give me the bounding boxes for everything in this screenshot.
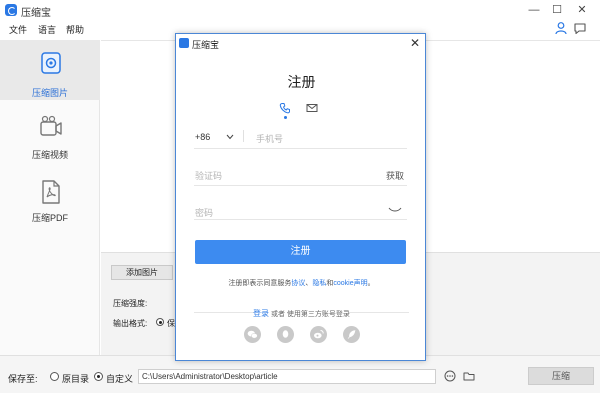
- active-tab-indicator: [284, 116, 287, 119]
- password-input[interactable]: 密码: [195, 206, 213, 219]
- password-underline: [194, 219, 407, 220]
- code-underline: [194, 185, 407, 186]
- custom-dir-radio[interactable]: [94, 372, 103, 381]
- weibo-login-button[interactable]: [310, 326, 327, 343]
- wechat-login-button[interactable]: [244, 326, 261, 343]
- chevron-down-icon[interactable]: [226, 134, 234, 140]
- custom-dir-label: 自定义: [106, 374, 134, 384]
- menu-help[interactable]: 帮助: [66, 23, 84, 36]
- email-icon[interactable]: [306, 102, 318, 114]
- wechat-icon: [247, 330, 258, 339]
- dialog-heading: 注册: [287, 74, 316, 90]
- register-submit-button[interactable]: 注册: [195, 240, 406, 264]
- feedback-icon[interactable]: [573, 21, 587, 35]
- login-link[interactable]: 登录: [253, 309, 269, 318]
- weibo-icon: [314, 330, 324, 339]
- save-path-input[interactable]: [138, 369, 436, 384]
- phone-underline: [194, 148, 407, 149]
- feather-icon: [347, 330, 356, 339]
- original-dir-radio[interactable]: [50, 372, 59, 381]
- pdf-compress-icon: [42, 180, 60, 204]
- sidebar-item-label: 压缩图片: [31, 88, 68, 98]
- dialog-close-icon[interactable]: ✕: [410, 36, 420, 50]
- user-icon[interactable]: [554, 21, 568, 35]
- save-to-label: 保存至:: [8, 374, 38, 384]
- minimize-button[interactable]: —: [524, 2, 544, 18]
- eye-closed-icon[interactable]: [388, 206, 402, 214]
- image-compress-icon: [41, 52, 61, 74]
- sidebar-item-label: 压缩PDF: [31, 213, 68, 223]
- qq-icon: [282, 330, 289, 338]
- app-title: 压缩宝: [21, 8, 51, 19]
- sidebar-item-image[interactable]: 压缩图片: [0, 40, 100, 100]
- sidebar-item-label: 压缩视频: [31, 150, 68, 160]
- format-radio[interactable]: [156, 318, 164, 326]
- third-party-text: 或者 使用第三方账号登录: [269, 311, 350, 318]
- folder-icon[interactable]: [463, 370, 475, 382]
- phone-input[interactable]: 手机号: [256, 132, 283, 145]
- cookie-link[interactable]: cookie声明: [333, 280, 367, 287]
- app-logo-icon: [5, 4, 17, 16]
- login-row: 登录 或者 使用第三方账号登录: [176, 308, 427, 319]
- strength-label: 压缩强度:: [113, 299, 148, 308]
- terms-prefix: 注册即表示同意服务: [228, 280, 292, 287]
- register-dialog: 压缩宝 ✕ 注册 +86 手机号 验证码 获取 密码 注册 注册即表示同意服务协…: [175, 33, 426, 361]
- sidebar-item-video[interactable]: 压缩视频: [0, 108, 100, 168]
- compress-button[interactable]: 压缩: [528, 367, 594, 385]
- dialog-title: 压缩宝: [192, 40, 220, 50]
- other-login-button[interactable]: [343, 326, 360, 343]
- format-value: 保: [167, 319, 175, 328]
- add-image-button[interactable]: 添加图片: [111, 265, 173, 280]
- menu-file[interactable]: 文件: [9, 23, 27, 36]
- close-button[interactable]: ✕: [572, 2, 592, 18]
- field-separator: [243, 130, 244, 142]
- sidebar: 压缩图片 压缩视频 压缩PDF: [0, 40, 100, 355]
- title-bar: 压缩宝 — ☐ ✕: [0, 0, 600, 20]
- code-input[interactable]: 验证码: [195, 169, 222, 182]
- get-code-button[interactable]: 获取: [386, 169, 404, 182]
- terms-end: 。: [367, 280, 375, 287]
- privacy-link[interactable]: 隐私: [312, 280, 326, 287]
- maximize-button[interactable]: ☐: [547, 2, 567, 18]
- country-code-select[interactable]: +86: [195, 132, 210, 142]
- more-options-icon[interactable]: [444, 370, 456, 382]
- phone-icon[interactable]: [279, 102, 291, 114]
- terms-text: 注册即表示同意服务协议、隐私和cookie声明。: [176, 278, 427, 288]
- format-label: 输出格式:: [113, 319, 148, 328]
- qq-login-button[interactable]: [277, 326, 294, 343]
- original-dir-label: 原目录: [62, 374, 90, 384]
- terms-agreement-link[interactable]: 协议: [291, 280, 305, 287]
- menu-language[interactable]: 语言: [38, 23, 56, 36]
- dialog-logo-icon: [179, 38, 189, 48]
- video-compress-icon: [40, 115, 62, 136]
- sidebar-item-pdf[interactable]: 压缩PDF: [0, 175, 100, 235]
